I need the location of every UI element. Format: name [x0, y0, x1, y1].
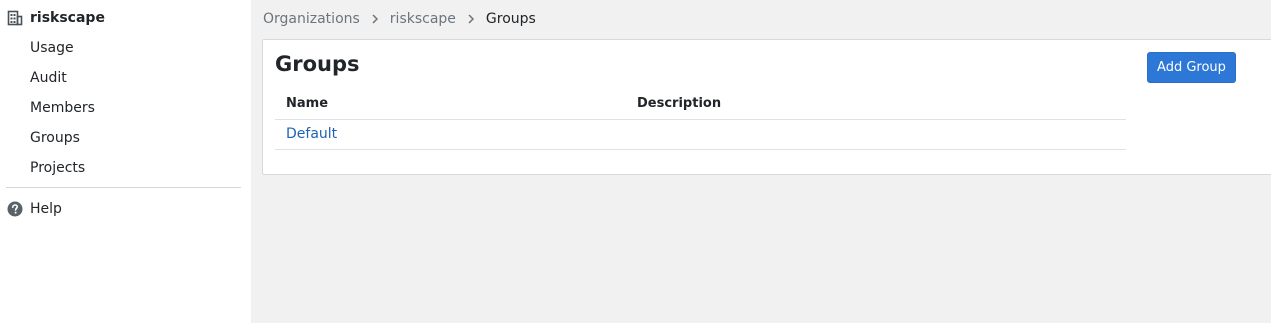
org-header[interactable]: riskscape: [7, 8, 105, 28]
chevron-right-icon: [466, 13, 476, 25]
sidebar-item-members[interactable]: Members: [30, 93, 95, 123]
breadcrumb: Organizations riskscape Groups: [263, 9, 536, 29]
sidebar-item-groups[interactable]: Groups: [30, 123, 95, 153]
breadcrumb-current: Groups: [485, 11, 536, 27]
sidebar-item-audit[interactable]: Audit: [30, 63, 95, 93]
groups-card: Groups Add Group Name Description Defaul…: [262, 39, 1271, 175]
page-title: Groups: [275, 52, 360, 76]
sidebar-item-projects[interactable]: Projects: [30, 153, 95, 183]
sidebar-nav: Usage Audit Members Groups Projects: [30, 33, 95, 183]
chevron-right-icon: [370, 13, 380, 25]
column-header-name: Name: [286, 96, 329, 111]
add-group-button[interactable]: Add Group: [1147, 52, 1236, 83]
group-name-link[interactable]: Default: [286, 126, 337, 142]
help-label: Help: [30, 201, 62, 217]
table-row: Default: [275, 120, 1126, 150]
question-circle-icon: [7, 201, 23, 217]
groups-table: Name Description Default: [275, 90, 1126, 150]
sidebar-divider: [6, 187, 241, 188]
breadcrumb-riskscape[interactable]: riskscape: [390, 11, 456, 27]
sidebar-item-usage[interactable]: Usage: [30, 33, 95, 63]
org-name: riskscape: [30, 10, 105, 26]
sidebar: riskscape Usage Audit Members Groups Pro…: [0, 0, 251, 323]
building-icon: [7, 10, 23, 26]
table-header-row: Name Description: [275, 90, 1126, 120]
sidebar-item-help[interactable]: Help: [7, 199, 62, 219]
breadcrumb-organizations[interactable]: Organizations: [263, 11, 360, 27]
column-header-description: Description: [637, 96, 722, 111]
